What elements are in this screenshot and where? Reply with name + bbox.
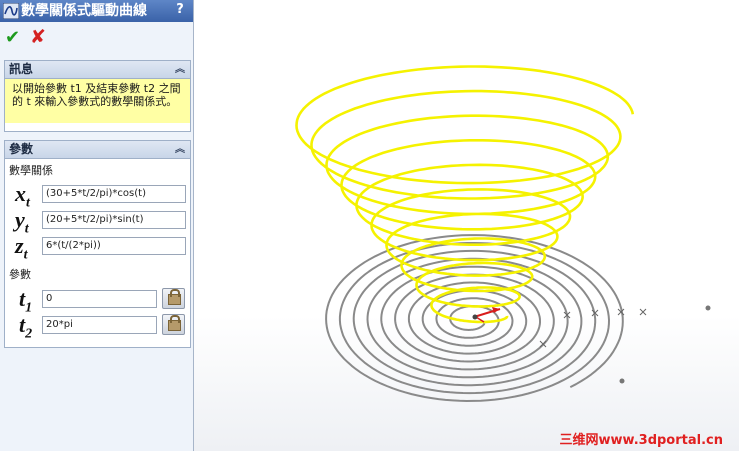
property-manager-panel: 數學關係式驅動曲線 ? ✔ ✘ 訊息 ︽ 以開始參數 t1 及結束參數 t2 之… — [0, 0, 194, 451]
x-equation-field[interactable]: (30+5*t/2/pi)*cos(t) — [42, 185, 186, 203]
panel-title: 數學關係式驅動曲線 — [21, 3, 147, 19]
x-icon: ✘ — [30, 26, 46, 48]
message-group: 訊息 ︽ 以開始參數 t1 及結束參數 t2 之間的 t 來輸入參數式的數學關係… — [4, 60, 191, 132]
lock-icon — [168, 315, 181, 331]
parameters-label: 參數 — [9, 268, 31, 281]
collapse-chevron-icon[interactable]: ︽ — [175, 141, 185, 158]
curve-points — [539, 308, 647, 348]
spiral-start-point — [619, 378, 625, 384]
equations-label: 數學關係 — [9, 164, 53, 177]
checkmark-icon: ✔ — [5, 27, 21, 48]
curve-viewport[interactable] — [194, 0, 739, 451]
collapse-chevron-icon[interactable]: ︽ — [175, 61, 185, 78]
graphics-area[interactable] — [194, 0, 739, 451]
t2-field[interactable]: 20*pi — [42, 316, 157, 334]
equation-curve-icon — [3, 3, 19, 19]
spiral-end-point — [705, 305, 711, 311]
parameters-group-title: 參數 — [9, 142, 34, 156]
t1-field[interactable]: 0 — [42, 290, 157, 308]
message-text: 以開始參數 t1 及結束參數 t2 之間的 t 來輸入參數式的數學關係式。 — [5, 79, 190, 123]
z-equation-label: zt — [15, 233, 28, 263]
message-group-title: 訊息 — [9, 62, 34, 76]
parameters-group: 參數 ︽ 數學關係 xt (30+5*t/2/pi)*cos(t) yt (20… — [4, 140, 191, 348]
watermark: 三维网www.3dportal.cn — [559, 433, 723, 448]
parameters-group-header[interactable]: 參數 ︽ — [5, 141, 190, 159]
message-group-header[interactable]: 訊息 ︽ — [5, 61, 190, 79]
panel-title-bar: 數學關係式驅動曲線 ? — [0, 0, 193, 22]
t2-lock-button[interactable] — [162, 314, 185, 335]
y-equation-field[interactable]: (20+5*t/2/pi)*sin(t) — [42, 211, 186, 229]
t2-label: t2 — [19, 312, 33, 342]
z-equation-field[interactable]: 6*(t/(2*pi)) — [42, 237, 186, 255]
t1-lock-button[interactable] — [162, 288, 185, 309]
help-button[interactable]: ? — [173, 2, 187, 18]
cancel-button[interactable]: ✘ — [30, 28, 46, 47]
ok-button[interactable]: ✔ — [5, 29, 20, 47]
lock-icon — [168, 289, 181, 305]
